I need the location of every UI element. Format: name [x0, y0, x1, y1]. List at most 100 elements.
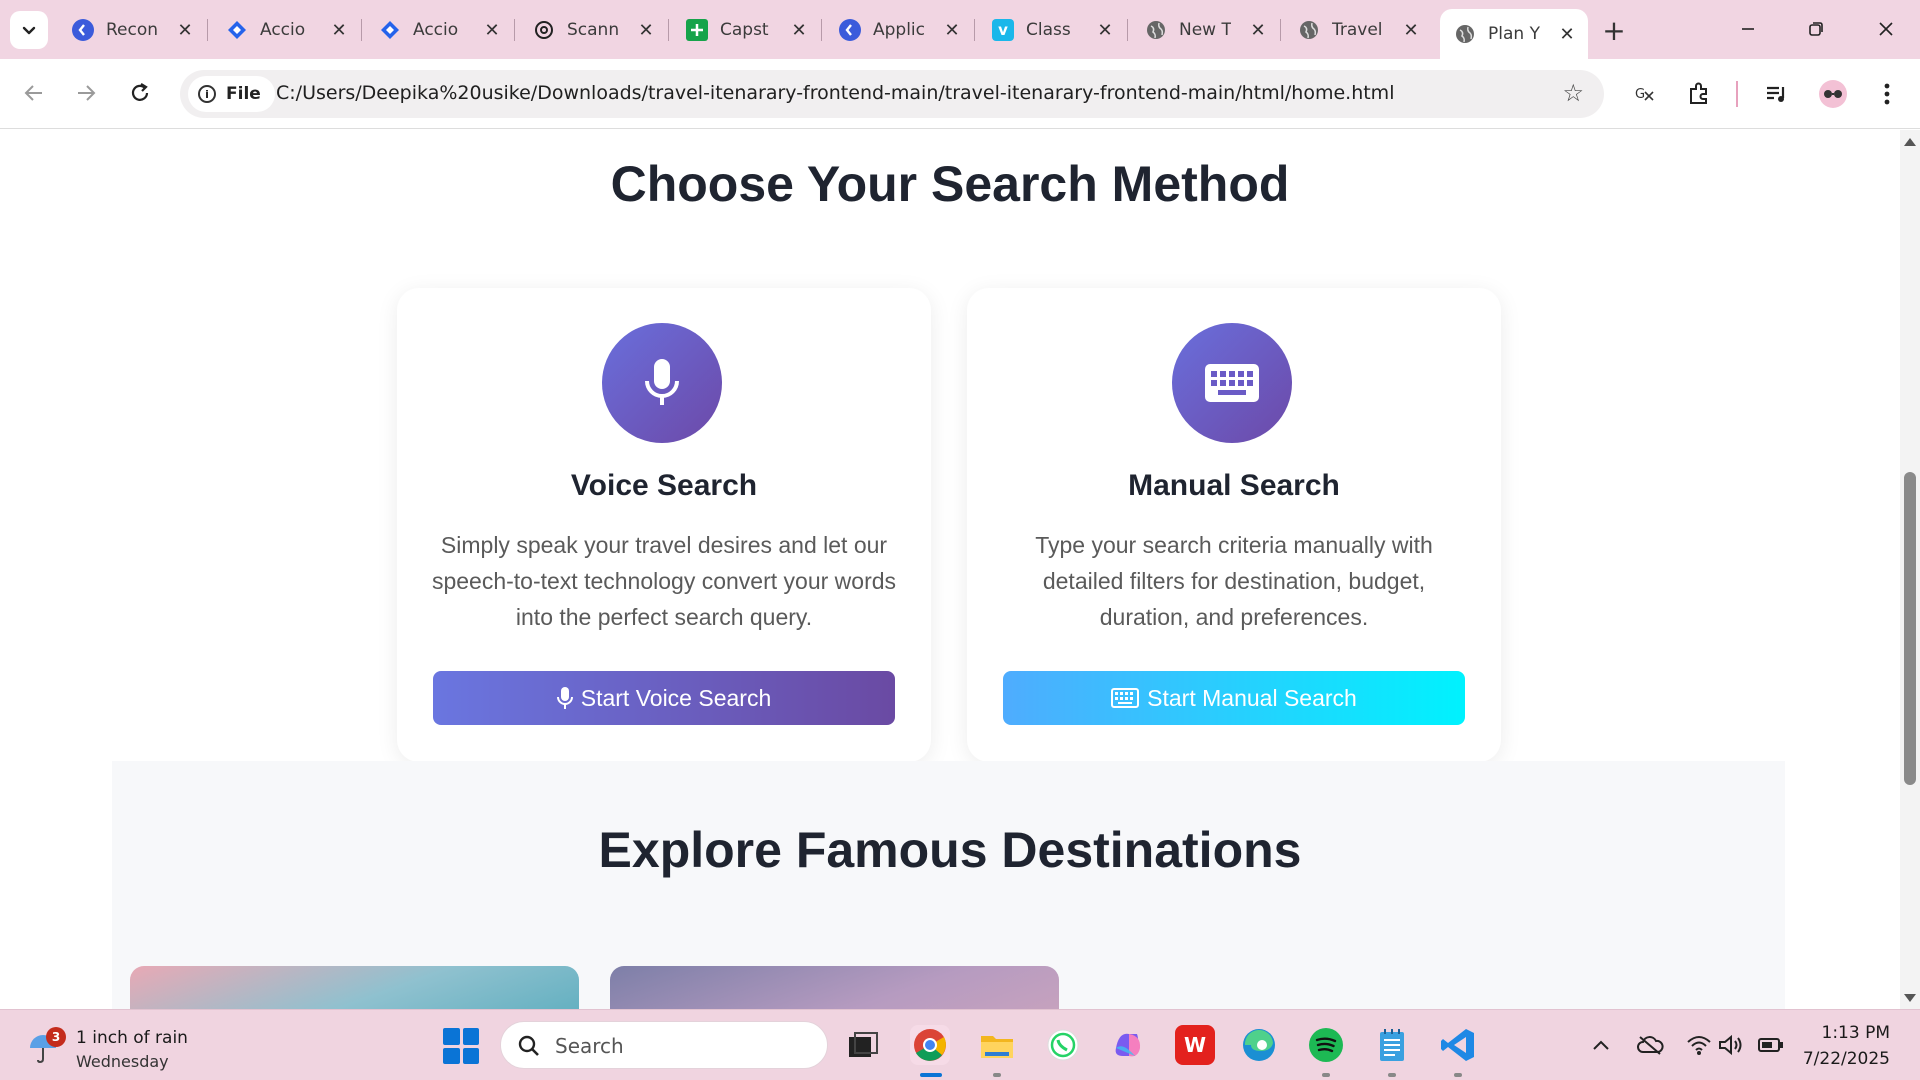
jira-icon: [226, 19, 248, 41]
extensions-puzzle-icon[interactable]: [1682, 77, 1716, 111]
app-indicator: [1388, 1073, 1396, 1077]
task-view-icon[interactable]: [843, 1025, 883, 1065]
reload-button[interactable]: [122, 75, 158, 111]
start-manual-search-button[interactable]: Start Manual Search: [1003, 671, 1465, 725]
close-icon[interactable]: ✕: [1247, 20, 1269, 41]
tab-separator: [514, 19, 515, 41]
show-hidden-icons-chevron-icon[interactable]: [1586, 1030, 1616, 1060]
system-clock[interactable]: 1:13 PM 7/22/2025: [1790, 1020, 1890, 1072]
close-icon[interactable]: ✕: [328, 20, 350, 41]
weather-day: Wednesday: [76, 1052, 169, 1071]
tab-separator: [1280, 19, 1281, 41]
forward-button[interactable]: [68, 75, 104, 111]
close-icon[interactable]: ✕: [481, 20, 503, 41]
close-icon[interactable]: ✕: [1094, 20, 1116, 41]
restore-icon: [1809, 22, 1823, 36]
taskbar-search[interactable]: Search: [500, 1021, 828, 1069]
minimize-button[interactable]: [1728, 12, 1768, 46]
active-app-indicator: [920, 1073, 942, 1077]
close-icon[interactable]: ✕: [174, 20, 196, 41]
info-icon: i: [198, 85, 216, 103]
whatsapp-icon[interactable]: [1043, 1025, 1083, 1065]
tab-applic[interactable]: Applic ✕: [825, 9, 975, 51]
tab-label: Scann: [567, 20, 619, 40]
chevron-down-icon: [22, 26, 36, 35]
wps-office-icon[interactable]: W: [1175, 1025, 1215, 1065]
destination-card-image[interactable]: [610, 966, 1059, 1009]
tab-separator: [1127, 19, 1128, 41]
close-icon[interactable]: ✕: [1556, 24, 1578, 45]
scrollbar-thumb[interactable]: [1904, 472, 1916, 785]
tab-plan-active[interactable]: Plan Y ✕: [1440, 9, 1588, 59]
page-viewport: Choose Your Search Method Voice Search S…: [0, 130, 1900, 1009]
svg-text:G: G: [1635, 87, 1645, 102]
back-button[interactable]: [16, 75, 52, 111]
tab-recon[interactable]: Recon ✕: [58, 9, 208, 51]
destination-card-image[interactable]: [130, 966, 579, 1009]
tab-label: Recon: [106, 20, 158, 40]
spotify-icon[interactable]: [1306, 1025, 1346, 1065]
new-tab-button[interactable]: +: [1598, 14, 1630, 47]
scroll-up-arrow-icon[interactable]: [1904, 138, 1916, 146]
close-icon[interactable]: ✕: [1400, 20, 1422, 41]
reload-icon: [131, 83, 149, 101]
weather-alert-badge: 3: [46, 1027, 66, 1047]
bookmark-star-icon[interactable]: ☆: [1562, 79, 1584, 107]
tab-separator: [361, 19, 362, 41]
edge-icon[interactable]: [1239, 1025, 1279, 1065]
start-voice-search-button[interactable]: Start Voice Search: [433, 671, 895, 725]
search-method-title: Choose Your Search Method: [610, 156, 1290, 212]
tab-search-button[interactable]: [10, 11, 48, 49]
close-window-button[interactable]: [1866, 12, 1906, 46]
more-menu-icon[interactable]: [1870, 77, 1904, 111]
tab-capst[interactable]: Capst ✕: [672, 9, 822, 51]
close-icon[interactable]: ✕: [941, 20, 963, 41]
windows-taskbar: 3 1 inch of rain Wednesday Search W 1:13…: [0, 1009, 1920, 1080]
tab-new[interactable]: New T ✕: [1131, 9, 1281, 51]
translate-icon[interactable]: G: [1628, 77, 1662, 111]
tab-label: Applic: [873, 20, 925, 40]
tab-travel[interactable]: Travel ✕: [1284, 9, 1432, 51]
scroll-down-arrow-icon[interactable]: [1904, 994, 1916, 1002]
media-playlist-icon[interactable]: [1760, 77, 1794, 111]
onedrive-cloud-icon[interactable]: [1635, 1030, 1665, 1060]
tab-accio-1[interactable]: Accio ✕: [212, 9, 362, 51]
sheets-icon: [686, 19, 708, 41]
vscode-icon[interactable]: [1438, 1025, 1478, 1065]
address-bar[interactable]: i File C:/Users/Deepika%20usike/Download…: [180, 70, 1604, 118]
tab-label: New T: [1179, 20, 1231, 40]
restore-button[interactable]: [1796, 12, 1836, 46]
start-voice-search-label: Start Voice Search: [580, 684, 772, 711]
volume-icon[interactable]: [1716, 1030, 1746, 1060]
close-icon[interactable]: ✕: [635, 20, 657, 41]
clock-time: 1:13 PM: [1821, 1023, 1891, 1043]
profile-avatar-icon[interactable]: [1816, 77, 1850, 111]
url-text[interactable]: C:/Users/Deepika%20usike/Downloads/trave…: [276, 82, 1394, 104]
wifi-icon[interactable]: [1684, 1030, 1714, 1060]
microphone-icon: [602, 323, 722, 443]
tab-accio-2[interactable]: Accio ✕: [365, 9, 515, 51]
scheme-label: File: [226, 84, 261, 104]
tab-scann[interactable]: Scann ✕: [519, 9, 669, 51]
taskbar-search-placeholder: Search: [555, 1034, 624, 1058]
close-icon[interactable]: ✕: [788, 20, 810, 41]
globe-icon: [1145, 19, 1167, 41]
file-explorer-icon[interactable]: [977, 1025, 1017, 1065]
keyboard-icon: [1172, 323, 1292, 443]
minimize-icon: [1742, 28, 1754, 30]
page-scrollbar[interactable]: [1900, 130, 1920, 1009]
voice-search-description: Simply speak your travel desires and let…: [431, 532, 897, 630]
windows-start-icon[interactable]: [443, 1028, 479, 1064]
weather-summary: 1 inch of rain: [76, 1028, 188, 1048]
notepad-icon[interactable]: [1372, 1025, 1412, 1065]
tab-class[interactable]: v Class ✕: [978, 9, 1128, 51]
site-info-chip[interactable]: i File: [188, 76, 275, 112]
weather-widget[interactable]: 3 1 inch of rain Wednesday: [24, 1020, 204, 1071]
manual-search-card: Manual Search Type your search criteria …: [967, 288, 1501, 762]
battery-icon[interactable]: [1756, 1030, 1786, 1060]
tab-strip: Recon ✕ Accio ✕ Accio ✕ Scann ✕ Capst ✕ …: [0, 0, 1920, 59]
vimeo-icon: v: [992, 19, 1014, 41]
keyboard-icon: [1111, 688, 1140, 708]
copilot-icon[interactable]: [1108, 1025, 1148, 1065]
chrome-icon[interactable]: [910, 1025, 950, 1065]
